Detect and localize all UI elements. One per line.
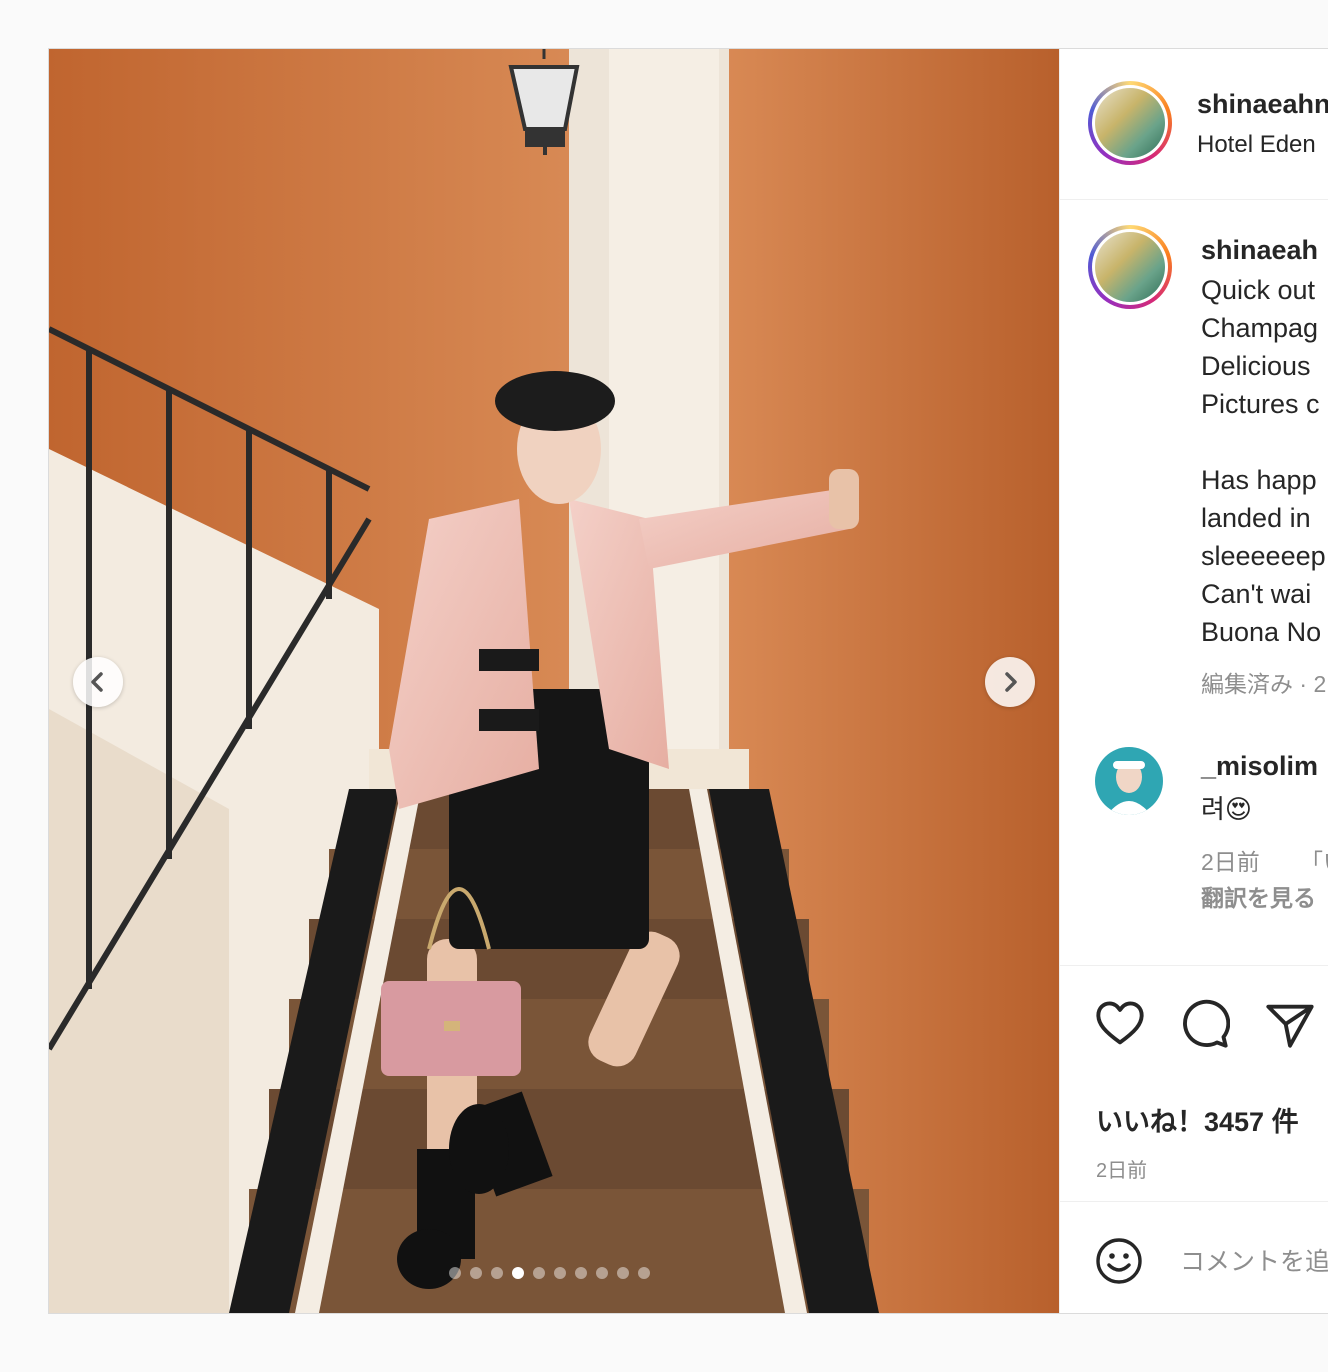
post-timestamp[interactable]: 2日前 bbox=[1096, 1154, 1147, 1183]
author-username[interactable]: shinaeahn bbox=[1197, 89, 1328, 120]
caption-line: Pictures c bbox=[1201, 389, 1320, 419]
post-actions: いいね！3457 件 2日前 bbox=[1060, 965, 1328, 1201]
caption-line: Has happ bbox=[1201, 465, 1317, 495]
commenter-avatar[interactable] bbox=[1095, 747, 1163, 815]
comment-text: 려😍 bbox=[1201, 794, 1253, 824]
comment-input[interactable] bbox=[1178, 1240, 1328, 1282]
caption-line: Can't wai bbox=[1201, 579, 1312, 609]
carousel-indicator bbox=[449, 1267, 650, 1279]
post-header: shinaeahn Hotel Eden bbox=[1060, 49, 1328, 200]
carousel-dot bbox=[575, 1267, 587, 1279]
see-translation-link[interactable]: 翻訳を見る bbox=[1201, 879, 1316, 913]
caption-avatar[interactable] bbox=[1088, 225, 1172, 309]
carousel-dot bbox=[491, 1267, 503, 1279]
caption-meta: 編集済み · 2 bbox=[1201, 671, 1327, 697]
next-photo-button[interactable] bbox=[985, 657, 1035, 707]
carousel-dot bbox=[596, 1267, 608, 1279]
caption-line: Delicious bbox=[1201, 351, 1311, 381]
heart-icon[interactable] bbox=[1094, 998, 1146, 1050]
post-photo[interactable] bbox=[49, 49, 1059, 1313]
comment-time: 2日前 bbox=[1201, 849, 1260, 875]
paper-plane-icon[interactable] bbox=[1264, 998, 1316, 1050]
add-comment-bar bbox=[1060, 1201, 1328, 1313]
commenter-username[interactable]: _misolim bbox=[1201, 751, 1318, 782]
caption-text: Quick out Champag Delicious Pictures c Has … bbox=[1201, 271, 1326, 651]
carousel-dot bbox=[638, 1267, 650, 1279]
avatar-image bbox=[1095, 88, 1165, 158]
chevron-right-icon bbox=[1005, 672, 1017, 692]
carousel-dot bbox=[512, 1267, 524, 1279]
caption-line: landed in bbox=[1201, 503, 1311, 533]
author-avatar[interactable] bbox=[1088, 81, 1172, 165]
caption-line: Buona No bbox=[1201, 617, 1322, 647]
carousel-dot bbox=[470, 1267, 482, 1279]
previous-photo-button[interactable] bbox=[73, 657, 123, 707]
commenter-avatar-image bbox=[1107, 761, 1151, 815]
carousel-dot bbox=[617, 1267, 629, 1279]
caption-line bbox=[1201, 423, 1326, 461]
caption-line: Champag bbox=[1201, 313, 1319, 343]
smiley-icon[interactable] bbox=[1094, 1236, 1144, 1286]
comment-reply-link[interactable]: 「い bbox=[1300, 843, 1328, 877]
chevron-left-icon bbox=[91, 672, 103, 692]
caption-username[interactable]: shinaeah bbox=[1201, 235, 1318, 266]
post-side-panel: shinaeahn Hotel Eden shinaeah Quick out C… bbox=[1059, 49, 1328, 1313]
speech-bubble-icon[interactable] bbox=[1178, 998, 1230, 1050]
photo-scene bbox=[49, 49, 1059, 1313]
post-location[interactable]: Hotel Eden bbox=[1197, 131, 1316, 159]
caption-line: sleeeeeep bbox=[1201, 541, 1326, 571]
instagram-post: shinaeahn Hotel Eden shinaeah Quick out C… bbox=[48, 48, 1328, 1314]
carousel-dot bbox=[554, 1267, 566, 1279]
likes-count[interactable]: いいね！3457 件 bbox=[1096, 1100, 1299, 1139]
avatar-image bbox=[1095, 232, 1165, 302]
carousel-dot bbox=[449, 1267, 461, 1279]
carousel-dot bbox=[533, 1267, 545, 1279]
caption-line: Quick out bbox=[1201, 275, 1316, 305]
